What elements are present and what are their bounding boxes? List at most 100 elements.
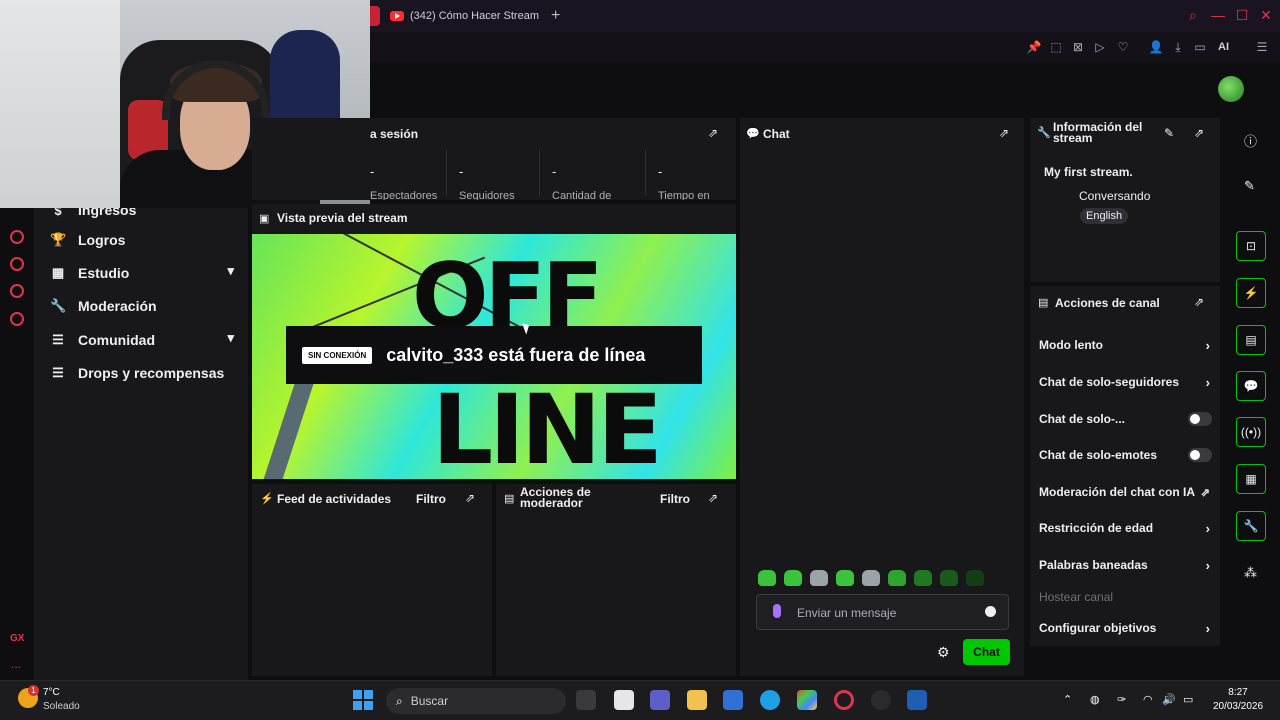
wifi-icon[interactable]: ◠ (1143, 693, 1153, 706)
pen-icon[interactable]: ✑ (1117, 693, 1126, 706)
info-icon[interactable]: ⓘ (1244, 131, 1257, 150)
emote-icon[interactable] (888, 570, 906, 586)
snapshot-icon[interactable]: ⬚ (1047, 40, 1065, 54)
trophy-icon: 🏆 (50, 232, 67, 247)
emote-icon[interactable] (914, 570, 932, 586)
user-avatar[interactable] (1218, 76, 1244, 102)
minimize-icon[interactable]: — (1208, 7, 1228, 23)
opera-gx-icon[interactable] (834, 690, 854, 710)
action-age-restriction[interactable]: Restricción de edad › (1039, 518, 1214, 538)
popout-icon[interactable]: ⇗ (708, 126, 718, 140)
clip-button[interactable]: ⊡ (1236, 231, 1266, 261)
action-slow-mode[interactable]: Modo lento › (1039, 335, 1214, 355)
profile-icon[interactable]: 👤 (1147, 40, 1165, 54)
sidebar-item-drops[interactable]: ☰ Drops y recompensas (50, 361, 240, 385)
emote-icon[interactable] (810, 570, 828, 586)
chat-input-box[interactable] (756, 594, 1009, 630)
emote-icon[interactable] (784, 570, 802, 586)
chat-message-input[interactable] (797, 604, 977, 622)
emote-icon[interactable] (836, 570, 854, 586)
pin-icon[interactable]: 📌 (1025, 40, 1043, 54)
chat-send-button[interactable]: Chat (963, 639, 1010, 665)
clock-date[interactable]: 20/03/2026 (1212, 701, 1264, 712)
mod-filter-button[interactable]: Filtro (660, 492, 690, 506)
sidebar-item-moderacion[interactable]: 🔧 Moderación (50, 294, 240, 318)
tab-youtube[interactable]: (342) Cómo Hacer Stream (390, 0, 550, 32)
edit-icon[interactable]: ✎ (1164, 126, 1174, 140)
app-icon[interactable] (907, 690, 927, 710)
volume-icon[interactable]: 🔊 (1162, 693, 1176, 706)
emote-icon[interactable] (940, 570, 958, 586)
notes-button[interactable]: ▤ (1236, 325, 1266, 355)
close-icon[interactable]: ✕ (1256, 7, 1276, 24)
task-view-icon[interactable] (576, 690, 596, 710)
search-tabs-icon[interactable]: ⌕ (1183, 7, 1203, 24)
broadcast-button[interactable]: ((•)) (1236, 417, 1266, 447)
action-ai-moderation[interactable]: Moderación del chat con IA ⇗ (1039, 482, 1214, 502)
popout-icon[interactable]: ⇗ (1194, 126, 1204, 140)
mod-actions-panel (496, 484, 736, 676)
stat-value: - (552, 164, 557, 179)
action-goals[interactable]: Configurar objetivos › (1039, 618, 1214, 638)
popout-icon[interactable]: ⇗ (999, 126, 1009, 140)
teams-icon[interactable] (650, 690, 670, 710)
edge-icon[interactable] (760, 690, 780, 710)
raid-button[interactable]: ▦ (1236, 464, 1266, 494)
taskbar-search[interactable]: ⌕ Buscar (386, 688, 566, 714)
subs-only-toggle[interactable] (1188, 412, 1212, 426)
chat-settings-icon[interactable]: ⚙ (937, 644, 950, 661)
tray-app-icon[interactable]: ◍ (1090, 693, 1100, 706)
chat-button[interactable]: 💬 (1236, 371, 1266, 401)
extensions-icon[interactable] (10, 284, 24, 298)
emoji-icon[interactable] (985, 606, 996, 617)
battery-saver-icon[interactable]: ▭ (1191, 40, 1209, 54)
weather-temperature[interactable]: 7°C (43, 687, 60, 698)
shield-icon[interactable]: ⊠ (1069, 40, 1087, 54)
emote-icon[interactable] (758, 570, 776, 586)
sidebar-item-estudio[interactable]: ▦ Estudio ▾ (50, 261, 240, 285)
windows-start-icon[interactable] (353, 690, 373, 710)
history-icon[interactable] (10, 257, 24, 271)
file-explorer-icon[interactable] (687, 690, 707, 710)
sidebar-item-logros[interactable]: 🏆 Logros (50, 228, 240, 252)
ai-button[interactable]: AI (1218, 41, 1229, 53)
maximize-icon[interactable]: ☐ (1232, 7, 1252, 24)
settings-icon[interactable] (10, 312, 24, 326)
play-icon[interactable]: ▷ (1091, 40, 1109, 54)
heart-icon[interactable]: ♡ (1114, 40, 1132, 54)
popout-icon[interactable]: ⇗ (708, 491, 718, 505)
menu-icon[interactable]: ☰ (1253, 40, 1271, 54)
gx-control-label[interactable]: GX (10, 633, 24, 644)
download-icon[interactable]: ⤓ (1169, 40, 1187, 55)
emotes-only-toggle[interactable] (1188, 448, 1212, 462)
action-followers-only[interactable]: Chat de solo-seguidores › (1039, 372, 1214, 392)
microphone-icon[interactable] (773, 604, 781, 618)
action-subs-only: Chat de solo-... (1039, 409, 1214, 429)
obs-icon[interactable] (871, 690, 891, 710)
settings-button[interactable]: 🔧 (1236, 511, 1266, 541)
popout-icon[interactable]: ⇗ (465, 491, 475, 505)
add-action-icon[interactable]: ⁂ (1244, 565, 1257, 581)
battery-icon[interactable]: ▭ (1183, 693, 1193, 706)
chevron-down-icon[interactable]: ▾ (227, 330, 234, 346)
ad-button[interactable]: ⚡ (1236, 278, 1266, 308)
action-banned-words[interactable]: Palabras baneadas › (1039, 555, 1214, 575)
office-icon[interactable] (797, 690, 817, 710)
popout-icon[interactable]: ⇗ (1194, 295, 1204, 309)
emote-icon[interactable] (862, 570, 880, 586)
new-tab-button[interactable]: + (551, 7, 560, 25)
gift-icon: ☰ (52, 365, 64, 380)
chevron-up-icon[interactable]: ⌃ (1063, 693, 1072, 706)
emote-icon[interactable] (966, 570, 984, 586)
more-icon[interactable]: ... (11, 657, 21, 671)
feed-filter-button[interactable]: Filtro (416, 492, 446, 506)
chevron-down-icon[interactable]: ▾ (227, 263, 234, 279)
store-icon[interactable] (723, 690, 743, 710)
clock-time[interactable]: 8:27 (1212, 687, 1264, 698)
pencil-icon[interactable]: ✎ (1244, 178, 1255, 194)
weather-description[interactable]: Soleado (43, 701, 80, 712)
file-icon[interactable] (614, 690, 634, 710)
sidebar-item-comunidad[interactable]: ☰ Comunidad ▾ (50, 328, 240, 352)
action-label: Chat de solo-... (1039, 412, 1126, 426)
player-icon[interactable] (10, 230, 24, 244)
